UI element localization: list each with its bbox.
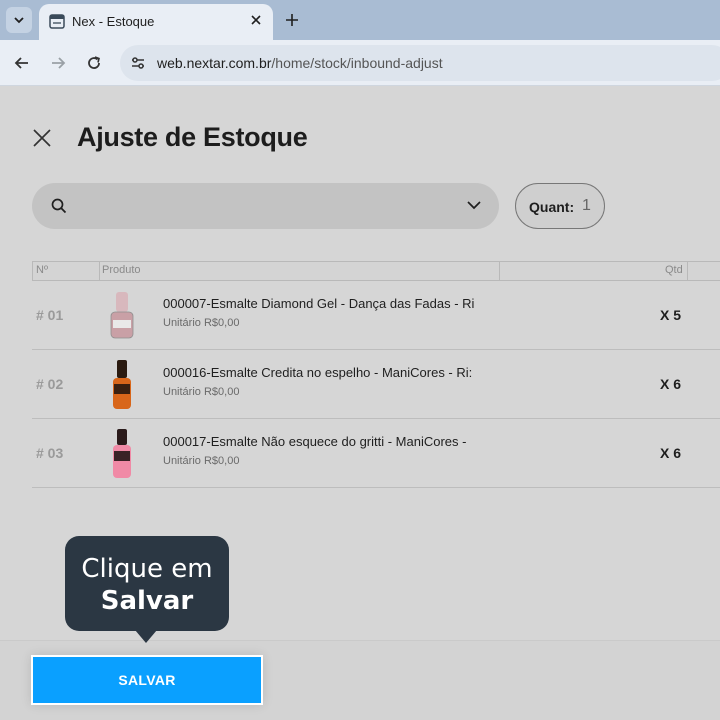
back-arrow-icon[interactable] [12, 53, 32, 73]
header-num: Nº [36, 264, 48, 276]
header-qty: Qtd [665, 264, 683, 276]
product-name: 000017-Esmalte Não esquece do gritti - M… [163, 434, 467, 449]
product-thumbnail [113, 429, 131, 478]
row-number: # 03 [36, 445, 64, 461]
tooltip-text-line2: Salvar [100, 586, 194, 616]
product-unit-price: Unitário R$0,00 [163, 455, 240, 467]
table-header: Nº Produto Qtd [32, 261, 720, 281]
product-unit-price: Unitário R$0,00 [163, 317, 240, 329]
save-button[interactable]: SALVAR [31, 655, 263, 705]
url-host: web.nextar.com.br [157, 55, 272, 71]
product-quantity: X 5 [660, 307, 682, 323]
page-title: Ajuste de Estoque [77, 122, 308, 152]
new-tab-icon[interactable] [283, 11, 301, 29]
chevron-down-icon[interactable] [467, 200, 481, 210]
products-table: Nº Produto Qtd # 01 000007-Esmalte Diamo… [32, 261, 720, 488]
url-input[interactable]: web.nextar.com.br/home/stock/inbound-adj… [120, 45, 720, 81]
browser-tab-bar: Nex - Estoque [0, 0, 720, 40]
row-number: # 02 [36, 376, 64, 392]
product-thumbnail [113, 360, 131, 409]
chevron-down-icon [14, 17, 24, 24]
product-thumbnail [110, 292, 134, 339]
table-row[interactable]: # 02 000016-Esmalte Credita no espelho -… [32, 350, 720, 419]
header-product: Produto [102, 264, 141, 276]
quantity-field[interactable]: Quant: 1 [515, 183, 605, 229]
close-icon[interactable] [32, 128, 52, 148]
browser-tab[interactable]: Nex - Estoque [39, 4, 273, 40]
quantity-label: Quant: [529, 199, 575, 215]
product-quantity: X 6 [660, 445, 682, 461]
search-icon [51, 198, 67, 214]
product-unit-price: Unitário R$0,00 [163, 386, 240, 398]
forward-arrow-icon[interactable] [48, 53, 68, 73]
row-number: # 01 [36, 307, 64, 323]
tooltip-text-line1: Clique em [81, 554, 213, 584]
product-name: 000007-Esmalte Diamond Gel - Dança das F… [163, 296, 475, 311]
table-row[interactable]: # 03 000017-Esmalte Não esquece do gritt… [32, 419, 720, 488]
tab-search-button[interactable] [6, 7, 32, 33]
address-bar-area: web.nextar.com.br/home/stock/inbound-adj… [0, 40, 720, 86]
product-name: 000016-Esmalte Credita no espelho - Mani… [163, 365, 473, 380]
tab-title: Nex - Estoque [72, 14, 155, 29]
product-search-input[interactable] [32, 183, 499, 229]
quantity-value[interactable]: 1 [582, 197, 591, 215]
product-quantity: X 6 [660, 376, 682, 392]
header-divider [687, 262, 688, 280]
header-divider [99, 262, 100, 280]
close-tab-icon[interactable] [249, 13, 263, 27]
header-divider [499, 262, 500, 280]
guide-tooltip: Clique em Salvar [65, 536, 229, 631]
reload-icon[interactable] [84, 53, 104, 73]
site-settings-icon[interactable] [129, 54, 147, 72]
favicon-icon [49, 14, 65, 29]
tooltip-arrow [135, 630, 157, 643]
url-path: /home/stock/inbound-adjust [271, 55, 443, 71]
table-row[interactable]: # 01 000007-Esmalte Diamond Gel - Dança … [32, 281, 720, 350]
url-text: web.nextar.com.br/home/stock/inbound-adj… [157, 55, 443, 71]
